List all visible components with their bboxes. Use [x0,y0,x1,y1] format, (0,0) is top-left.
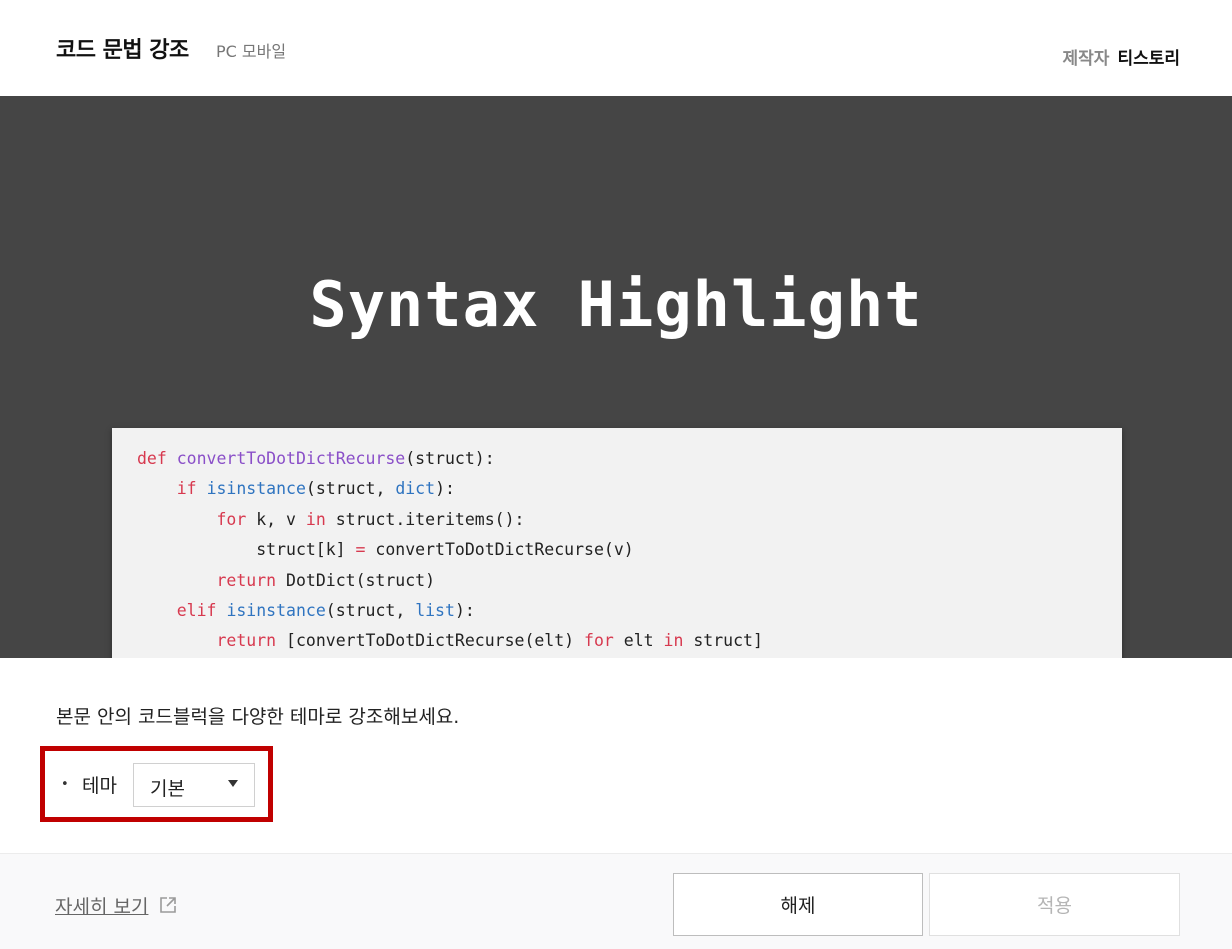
code-line: struct[k] = convertToDotDictRecurse(v) [137,540,634,560]
bullet: • [61,777,69,792]
header: 코드 문법 강조 PC 모바일 제작자 티스토리 [0,0,1232,96]
code-line: for k, v in struct.iteritems(): [216,509,525,529]
page-title: 코드 문법 강조 [56,38,189,63]
apply-button[interactable]: 적용 [929,873,1180,936]
external-link-icon[interactable] [158,895,178,915]
code-sample: def convertToDotDictRecurse(struct): if … [137,444,763,657]
theme-select-value: 기본 [150,778,185,800]
footer: 자세히 보기 해제 적용 [0,853,1232,949]
maker-name: 티스토리 [1117,49,1180,69]
platform-subtitle: PC 모바일 [216,42,287,61]
plugin-description: 본문 안의 코드블럭을 다양한 테마로 강조해보세요. [56,706,460,728]
maker-info: 제작자 티스토리 [1063,44,1180,69]
theme-label: 테마 [82,775,117,797]
code-line: if isinstance(struct, dict): [176,479,455,499]
preview-banner: Syntax Highlight def convertToDotDictRec… [0,96,1232,658]
code-line: def convertToDotDictRecurse(struct): [137,449,495,468]
code-line: return [convertToDotDictRecurse(elt) for… [216,631,763,651]
code-line: return DotDict(struct) [216,570,436,590]
release-button[interactable]: 해제 [673,873,923,936]
caret-down-icon [228,780,238,787]
maker-label: 제작자 [1062,49,1110,69]
theme-setting-highlight: • 테마 기본 [40,746,273,822]
theme-select[interactable]: 기본 [133,763,255,807]
code-line: elif isinstance(struct, list): [176,600,475,620]
code-sample-box: def convertToDotDictRecurse(struct): if … [112,428,1122,658]
detail-link[interactable]: 자세히 보기 [55,892,148,919]
preview-heading: Syntax Highlight [309,268,923,341]
